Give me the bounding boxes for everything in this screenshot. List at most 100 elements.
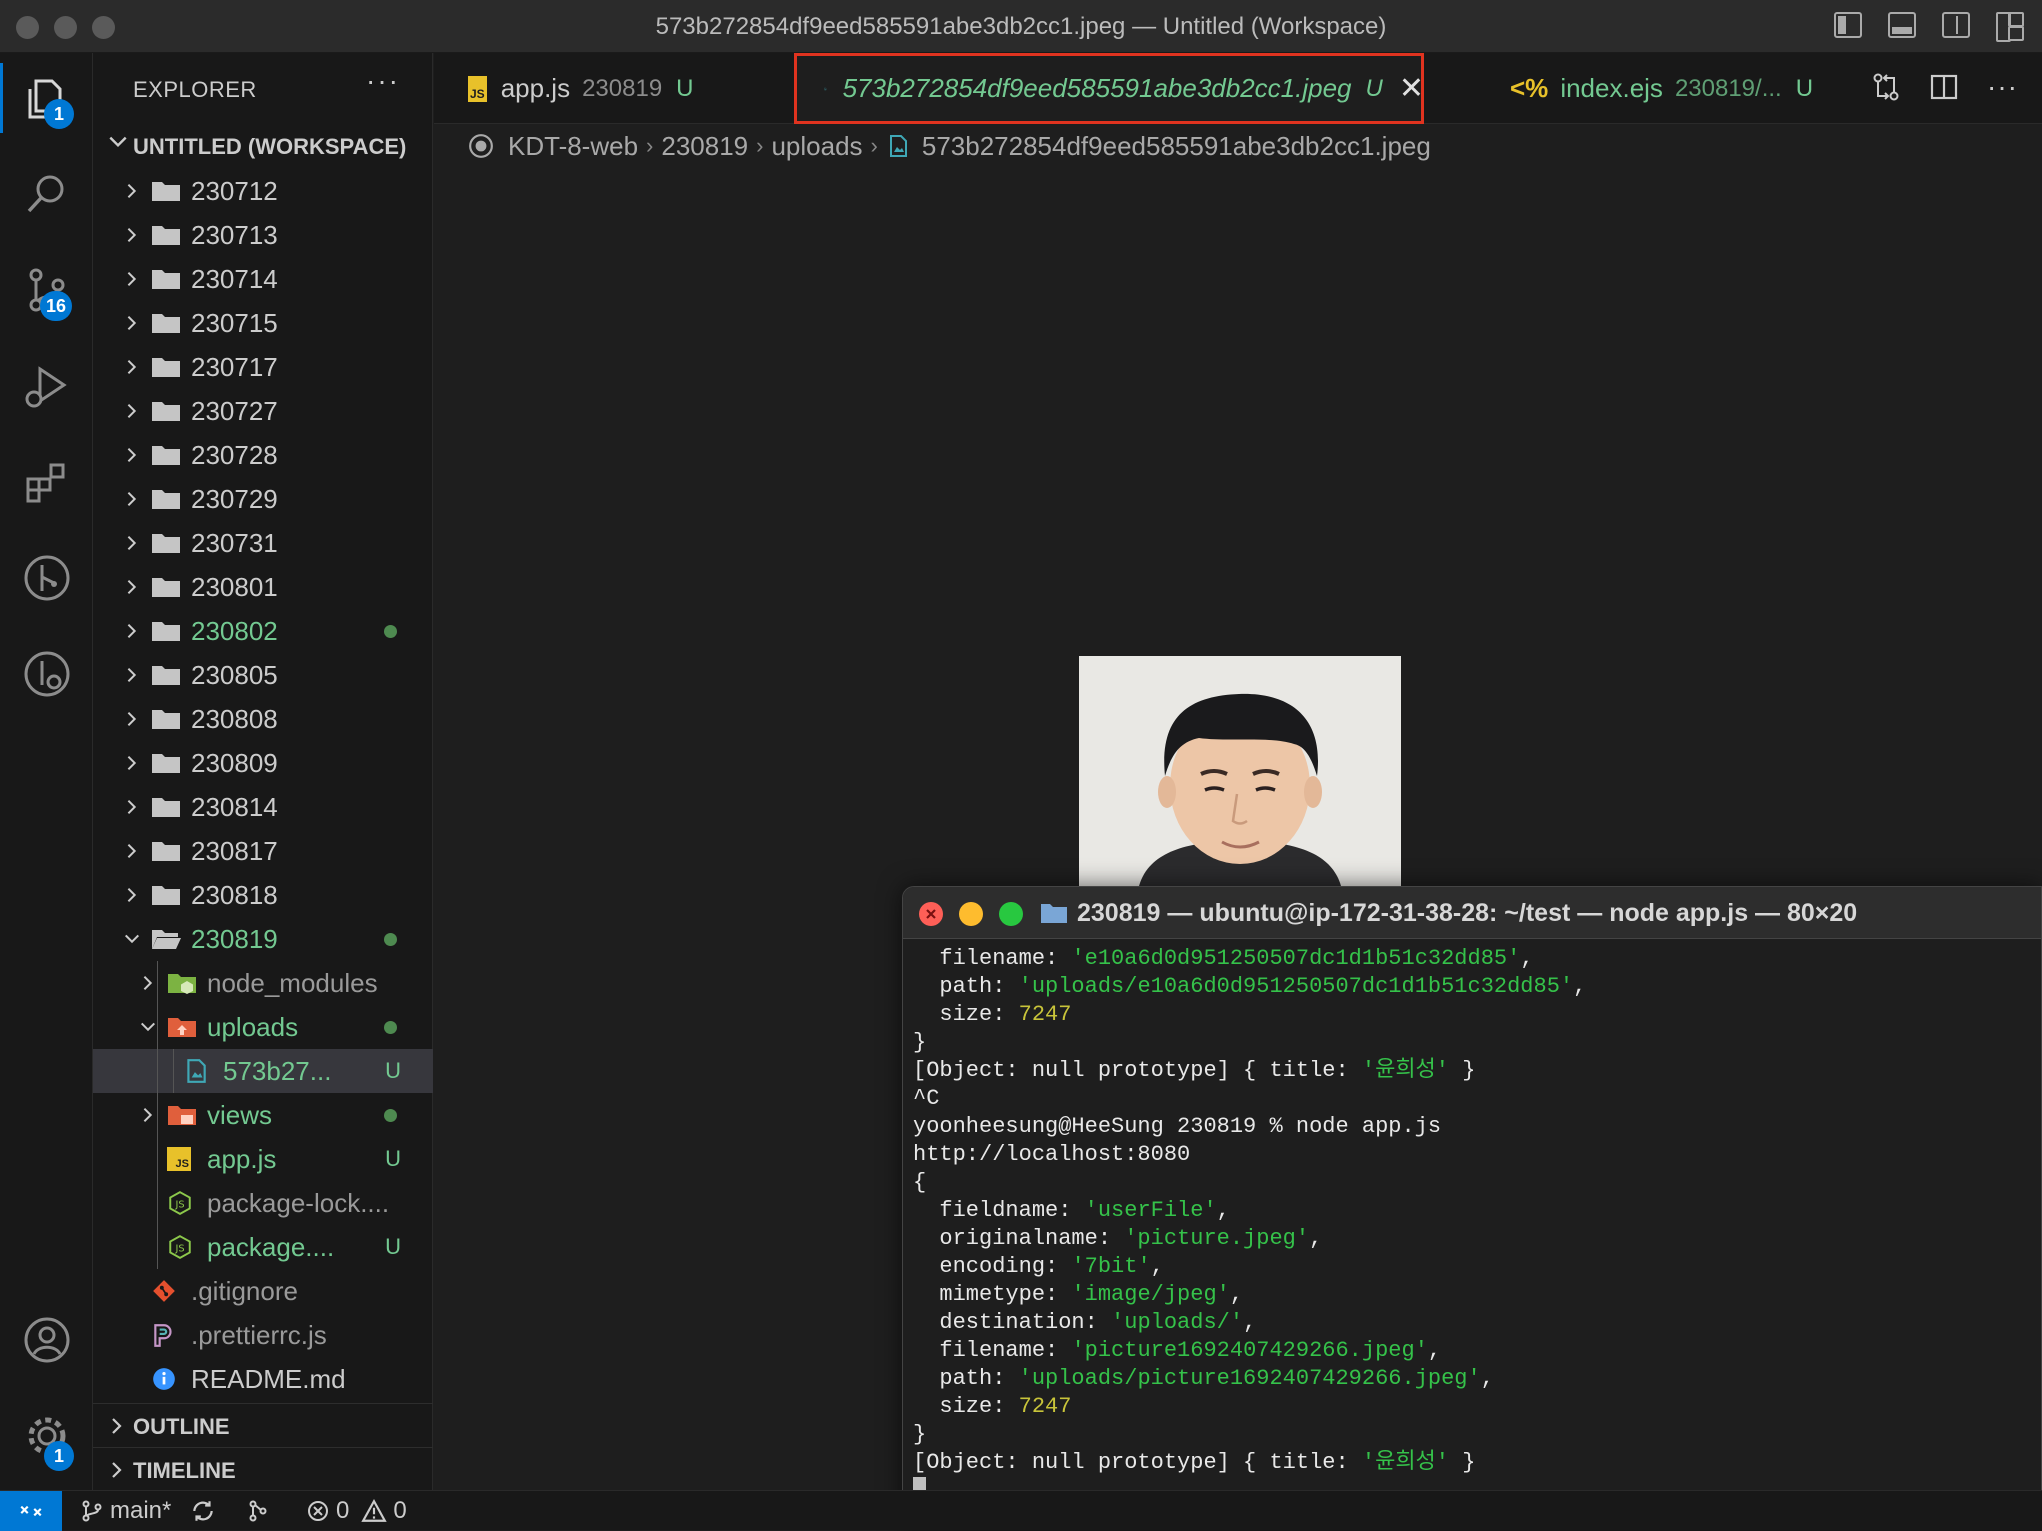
tree-item[interactable]: 230809: [93, 741, 433, 785]
terminal-text: ,: [1216, 1198, 1230, 1223]
tree-item[interactable]: 230714: [93, 257, 433, 301]
workspace-section-header[interactable]: UNTITLED (WORKSPACE): [93, 127, 433, 167]
tree-item[interactable]: 230814: [93, 785, 433, 829]
terminal-string: 'image/jpeg': [1071, 1282, 1230, 1307]
tree-item-label: 230801: [191, 572, 278, 602]
tree-item-label: .prettierrc.js: [191, 1320, 327, 1350]
more-actions-icon[interactable]: ···: [1987, 71, 2018, 103]
terminal-string: 'uploads/picture1692407429266.jpeg': [1018, 1366, 1481, 1391]
toggle-secondary-sidebar-icon[interactable]: [1942, 12, 1970, 38]
tree-item[interactable]: 230712: [93, 169, 433, 213]
tree-item[interactable]: .prettierrc.js: [93, 1313, 433, 1357]
tree-item[interactable]: 230729: [93, 477, 433, 521]
terminal-line: ^C: [913, 1085, 2033, 1113]
terminal-text: filename:: [913, 946, 1072, 971]
terminal-minimize-button[interactable]: [959, 902, 983, 926]
tree-item-label: 230819: [191, 924, 278, 954]
tree-item[interactable]: JS package-lock....: [93, 1181, 433, 1225]
tree-item-label: 230805: [191, 660, 278, 690]
customize-layout-icon[interactable]: [1996, 12, 2024, 42]
tree-item[interactable]: .gitignore: [93, 1269, 433, 1313]
tree-item[interactable]: 230727: [93, 389, 433, 433]
activity-run-debug[interactable]: [0, 341, 93, 431]
git-icon: [151, 1269, 177, 1313]
activity-manage[interactable]: 1: [0, 1391, 93, 1481]
chevron-right-icon: [139, 961, 157, 1005]
terminal-output[interactable]: filename: 'e10a6d0d951250507dc1d1b51c32d…: [913, 945, 2033, 1507]
terminal-text: path:: [913, 1366, 1019, 1391]
git-graph-button[interactable]: [246, 1491, 270, 1531]
terminal-line: destination: 'uploads/',: [913, 1309, 2033, 1337]
open-changes-icon[interactable]: [1871, 72, 1901, 102]
tree-item[interactable]: 230817: [93, 829, 433, 873]
terminal-title-bar[interactable]: 230819 — ubuntu@ip-172-31-38-28: ~/test …: [903, 887, 2041, 939]
tab-description: 230819/...: [1674, 74, 1782, 102]
node-modules-folder-icon: [167, 961, 197, 1005]
tree-item[interactable]: 230717: [93, 345, 433, 389]
terminal-window[interactable]: 230819 — ubuntu@ip-172-31-38-28: ~/test …: [902, 886, 2042, 1530]
tree-item[interactable]: 230802: [93, 609, 433, 653]
editor-tab-bar: JS app.js 230819 U 573b272854df9eed58559…: [434, 53, 2042, 124]
activity-git-graph[interactable]: [0, 533, 93, 623]
terminal-text: ,: [1573, 974, 1587, 999]
toggle-panel-icon[interactable]: [1888, 12, 1916, 38]
remote-indicator[interactable]: [0, 1491, 62, 1531]
terminal-text: ,: [1427, 1338, 1442, 1363]
run-debug-icon: [25, 366, 67, 408]
activity-extensions[interactable]: [0, 437, 93, 527]
tree-item[interactable]: 230808: [93, 697, 433, 741]
terminal-text: fieldname:: [913, 1198, 1085, 1223]
branch-indicator[interactable]: main*: [80, 1491, 171, 1531]
breadcrumb-item[interactable]: uploads: [771, 131, 862, 162]
activity-source-control[interactable]: 16: [0, 245, 93, 335]
tree-item[interactable]: 230728: [93, 433, 433, 477]
terminal-line: [Object: null prototype] { title: '윤희성' …: [913, 1057, 2033, 1085]
tab-index-ejs[interactable]: <% index.ejs 230819/... U: [1510, 53, 1830, 124]
terminal-string: 'picture.jpeg': [1124, 1226, 1310, 1251]
tree-item[interactable]: 230819: [93, 917, 433, 961]
activity-accounts[interactable]: [0, 1295, 93, 1385]
tree-item[interactable]: 230818: [93, 873, 433, 917]
activity-explorer[interactable]: 1: [0, 53, 93, 143]
branch-name: main*: [110, 1497, 172, 1524]
breadcrumb-item[interactable]: 230819: [661, 131, 748, 162]
tree-item[interactable]: JS package.... U: [93, 1225, 433, 1269]
tree-item[interactable]: JS app.js U: [93, 1137, 433, 1181]
views-folder-icon: [167, 1093, 197, 1137]
terminal-text: ,: [1520, 946, 1534, 971]
chevron-right-icon: [123, 873, 141, 917]
tree-item[interactable]: 230731: [93, 521, 433, 565]
terminal-close-button[interactable]: [919, 902, 943, 926]
tab-app-js[interactable]: JS app.js 230819 U: [468, 53, 694, 124]
tree-item-label: 230809: [191, 748, 278, 778]
toggle-primary-sidebar-icon[interactable]: [1834, 12, 1862, 38]
outline-section-header[interactable]: OUTLINE: [93, 1403, 433, 1447]
timeline-section-header[interactable]: TIMELINE: [93, 1447, 433, 1491]
tree-item-label: 230728: [191, 440, 278, 470]
explorer-more-actions-button[interactable]: ···: [366, 65, 400, 97]
tree-item[interactable]: uploads: [93, 1005, 433, 1049]
breadcrumb-item[interactable]: KDT-8-web: [508, 131, 638, 162]
tree-item[interactable]: views: [93, 1093, 433, 1137]
activity-gitlens[interactable]: [0, 629, 93, 719]
terminal-zoom-button[interactable]: [999, 902, 1023, 926]
split-editor-icon[interactable]: [1929, 72, 1959, 102]
problems-indicator[interactable]: 0 0: [306, 1491, 407, 1531]
tree-item[interactable]: 230801: [93, 565, 433, 609]
activity-search[interactable]: [0, 149, 93, 239]
breadcrumb-item[interactable]: 573b272854df9eed585591abe3db2cc1.jpeg: [922, 131, 1431, 162]
settings-badge: 1: [44, 1441, 74, 1471]
tree-item[interactable]: 230805: [93, 653, 433, 697]
tree-item[interactable]: 230715: [93, 301, 433, 345]
sync-button[interactable]: [190, 1491, 216, 1531]
terminal-line: size: 7247: [913, 1393, 2033, 1421]
tab-jpeg-image[interactable]: 573b272854df9eed585591abe3db2cc1.jpeg U …: [794, 53, 1424, 124]
tree-item[interactable]: 230713: [93, 213, 433, 257]
tree-item[interactable]: node_modules: [93, 961, 433, 1005]
tree-item[interactable]: README.md: [93, 1357, 433, 1401]
tree-item[interactable]: 573b27... U: [93, 1049, 433, 1093]
ejs-file-icon: <%: [1510, 73, 1549, 103]
chevron-right-icon: [123, 301, 141, 345]
tree-item-label: node_modules: [207, 968, 378, 998]
terminal-string: 'e10a6d0d951250507dc1d1b51c32dd85': [1071, 946, 1521, 971]
